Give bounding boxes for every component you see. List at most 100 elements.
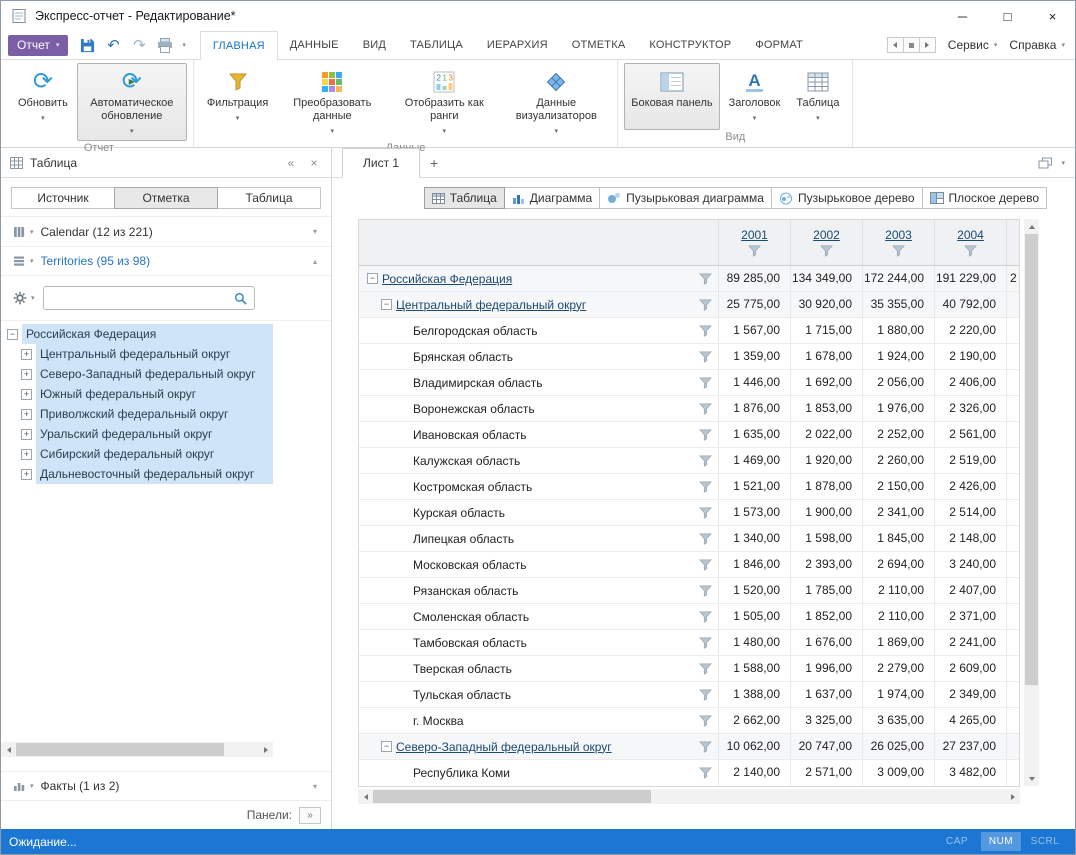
table-row[interactable]: Московская область1 846,002 393,002 694,… bbox=[359, 552, 1019, 578]
tree-item[interactable]: +Сибирский федеральный округ bbox=[1, 444, 273, 464]
column-header[interactable]: 2001 bbox=[719, 220, 791, 265]
add-sheet-button[interactable]: + bbox=[420, 149, 448, 177]
table-row[interactable]: Калужская область1 469,001 920,002 260,0… bbox=[359, 448, 1019, 474]
expand-icon[interactable]: + bbox=[21, 349, 32, 360]
collapse-icon[interactable]: − bbox=[381, 299, 392, 310]
scroll-right-button[interactable] bbox=[258, 742, 273, 757]
ribbon-button[interactable]: Боковая панель bbox=[624, 63, 719, 130]
table-row[interactable]: Брянская область1 359,001 678,001 924,00… bbox=[359, 344, 1019, 370]
ribbon-tab[interactable]: КОНСТРУКТОР bbox=[637, 31, 743, 59]
table-row[interactable]: −Северо-Западный федеральный округ10 062… bbox=[359, 734, 1019, 760]
column-header-label[interactable]: 2002 bbox=[813, 228, 840, 242]
collapse-icon[interactable]: − bbox=[7, 329, 18, 340]
table-row[interactable]: Воронежская область1 876,001 853,001 976… bbox=[359, 396, 1019, 422]
tree-item[interactable]: +Южный федеральный округ bbox=[1, 384, 273, 404]
save-button[interactable] bbox=[78, 36, 96, 54]
ribbon-tab[interactable]: ОТМЕТКА bbox=[560, 31, 638, 59]
close-panel-button[interactable]: × bbox=[306, 156, 322, 170]
ribbon-tab[interactable]: ФОРМАТ bbox=[743, 31, 815, 59]
view-switch-button[interactable]: Пузырьковая диаграмма bbox=[599, 187, 772, 209]
table-row[interactable]: г. Москва2 662,003 325,003 635,004 265,0… bbox=[359, 708, 1019, 734]
ribbon-button[interactable]: AЗаголовок▾ bbox=[722, 63, 788, 130]
ribbon-button[interactable]: ⟳▶Автоматическое обновление▾ bbox=[77, 63, 187, 141]
tree-item[interactable]: +Северо-Западный федеральный округ bbox=[1, 364, 273, 384]
view-switch-button[interactable]: Пузырьковое дерево bbox=[771, 187, 923, 209]
row-label[interactable]: Северо-Западный федеральный округ bbox=[396, 740, 612, 754]
report-menu-button[interactable]: Отчет ▾ bbox=[8, 35, 68, 56]
collapse-icon[interactable]: − bbox=[381, 741, 392, 752]
expand-icon[interactable]: + bbox=[21, 469, 32, 480]
ribbon-button[interactable]: ⟳Обновить▾ bbox=[11, 63, 75, 141]
scrollbar-track[interactable] bbox=[373, 789, 1005, 804]
qat-dropdown-caret-icon[interactable]: ▾ bbox=[182, 41, 186, 49]
expand-icon[interactable]: + bbox=[21, 389, 32, 400]
scrollbar-thumb[interactable] bbox=[1025, 234, 1038, 685]
scrollbar-thumb[interactable] bbox=[373, 790, 651, 803]
tree-item[interactable]: +Уральский федеральный округ bbox=[1, 424, 273, 444]
help-menu[interactable]: Справка ▾ bbox=[1009, 38, 1065, 52]
view-switch-button[interactable]: Таблица bbox=[424, 187, 505, 209]
column-header[interactable]: 2002 bbox=[791, 220, 863, 265]
service-menu[interactable]: Сервис ▾ bbox=[948, 38, 998, 52]
table-row[interactable]: Ивановская область1 635,002 022,002 252,… bbox=[359, 422, 1019, 448]
panels-expand-button[interactable]: » bbox=[299, 807, 321, 824]
chevron-down-icon[interactable]: ▾ bbox=[313, 227, 317, 236]
table-row[interactable]: Тульская область1 388,001 637,001 974,00… bbox=[359, 682, 1019, 708]
redo-button[interactable]: ↷ bbox=[130, 36, 148, 54]
minimize-button[interactable]: ─ bbox=[940, 1, 985, 31]
chevron-up-icon[interactable]: ▴ bbox=[313, 257, 317, 266]
scroll-down-button[interactable] bbox=[1024, 771, 1039, 786]
table-row[interactable]: Курская область1 573,001 900,002 341,002… bbox=[359, 500, 1019, 526]
row-label[interactable]: Центральный федеральный округ bbox=[396, 298, 586, 312]
sheet-tab[interactable]: Лист 1 bbox=[342, 148, 420, 178]
ribbon-button[interactable]: 213Отобразить как ранги▾ bbox=[389, 63, 499, 141]
tree-item[interactable]: +Центральный федеральный округ bbox=[1, 344, 273, 364]
table-vertical-scrollbar[interactable] bbox=[1024, 219, 1039, 786]
pager-left-button[interactable] bbox=[887, 37, 904, 53]
dimension-row[interactable]: ▾Territories (95 из 98)▴ bbox=[1, 246, 331, 276]
column-header[interactable]: 2003 bbox=[863, 220, 935, 265]
table-row[interactable]: Республика Коми2 140,002 571,003 009,003… bbox=[359, 760, 1019, 786]
print-button[interactable] bbox=[156, 36, 174, 54]
table-row[interactable]: Тверская область1 588,001 996,002 279,00… bbox=[359, 656, 1019, 682]
panel-tab[interactable]: Таблица bbox=[217, 187, 321, 209]
maximize-button[interactable]: □ bbox=[985, 1, 1030, 31]
scroll-right-button[interactable] bbox=[1005, 789, 1020, 804]
view-switch-button[interactable]: Диаграмма bbox=[504, 187, 600, 209]
panel-tab[interactable]: Отметка bbox=[114, 187, 218, 209]
table-row[interactable]: Белгородская область1 567,001 715,001 88… bbox=[359, 318, 1019, 344]
scroll-up-button[interactable] bbox=[1024, 219, 1039, 234]
table-row[interactable]: −Центральный федеральный округ25 775,003… bbox=[359, 292, 1019, 318]
table-horizontal-scrollbar[interactable] bbox=[358, 789, 1020, 804]
scrollbar-thumb[interactable] bbox=[16, 743, 224, 756]
collapse-panel-button[interactable]: « bbox=[283, 156, 299, 170]
tree-item[interactable]: +Приволжский федеральный округ bbox=[1, 404, 273, 424]
scrollbar-track[interactable] bbox=[16, 742, 258, 757]
ribbon-tab[interactable]: ГЛАВНАЯ bbox=[200, 31, 278, 60]
dimension-row[interactable]: ▾Calendar (12 из 221)▾ bbox=[1, 216, 331, 246]
view-switch-button[interactable]: Плоское дерево bbox=[922, 187, 1047, 209]
table-row[interactable]: Рязанская область1 520,001 785,002 110,0… bbox=[359, 578, 1019, 604]
expand-icon[interactable]: + bbox=[21, 429, 32, 440]
sheet-options-caret-icon[interactable]: ▾ bbox=[1061, 159, 1065, 167]
tree-settings-button[interactable]: ▾ bbox=[13, 291, 35, 305]
ribbon-tab[interactable]: ВИД bbox=[351, 31, 398, 59]
ribbon-button[interactable]: Таблица▾ bbox=[789, 63, 846, 130]
expand-icon[interactable]: + bbox=[21, 449, 32, 460]
panel-tab[interactable]: Источник bbox=[11, 187, 115, 209]
collapse-icon[interactable]: − bbox=[367, 273, 378, 284]
table-row[interactable]: −Российская Федерация89 285,00134 349,00… bbox=[359, 266, 1019, 292]
undo-button[interactable]: ↶ bbox=[104, 36, 122, 54]
tree-horizontal-scrollbar[interactable] bbox=[1, 742, 273, 757]
expand-icon[interactable]: + bbox=[21, 409, 32, 420]
search-input[interactable] bbox=[51, 291, 234, 305]
ribbon-tab[interactable]: ИЕРАРХИЯ bbox=[475, 31, 560, 59]
ribbon-button[interactable]: Преобразовать данные▾ bbox=[277, 63, 387, 141]
row-label[interactable]: Российская Федерация bbox=[382, 272, 512, 286]
column-header-label[interactable]: 2004 bbox=[957, 228, 984, 242]
column-header-label[interactable]: 2003 bbox=[885, 228, 912, 242]
scroll-left-button[interactable] bbox=[358, 789, 373, 804]
pager-right-button[interactable] bbox=[919, 37, 936, 53]
ribbon-button[interactable]: Фильтрация▾ bbox=[200, 63, 275, 141]
expand-icon[interactable]: + bbox=[21, 369, 32, 380]
